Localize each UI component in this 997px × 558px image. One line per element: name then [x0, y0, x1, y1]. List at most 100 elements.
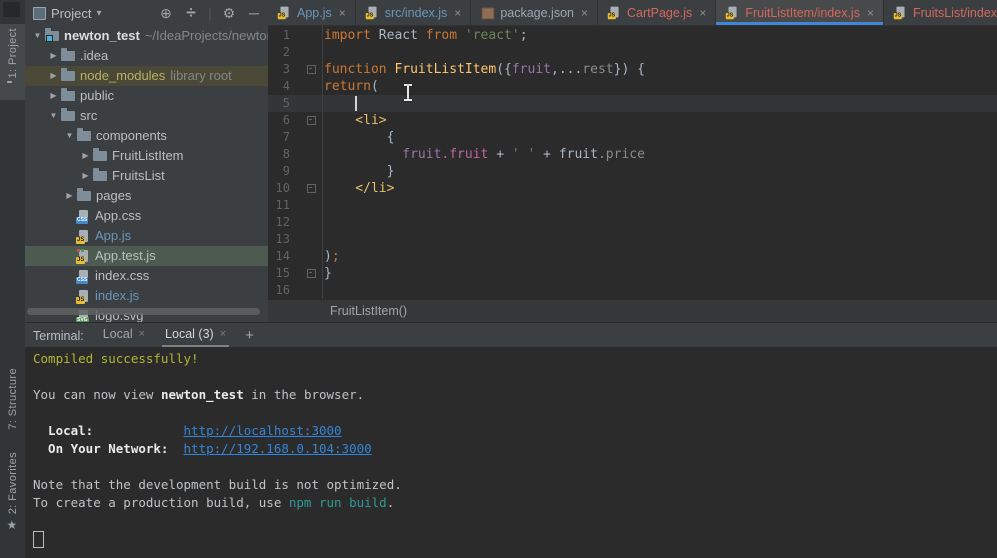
project-panel-title[interactable]: Project: [51, 6, 91, 21]
tree-expand-arrow[interactable]: ▶: [79, 166, 92, 186]
tree-item-node-modules[interactable]: ▶ node_modules library root: [25, 66, 268, 86]
tree-expand-arrow[interactable]: ▶: [63, 186, 76, 206]
terminal-tab-local-3-[interactable]: Local (3) ×: [162, 327, 230, 347]
editor-tab-src-index-js[interactable]: JS src/index.js ×: [356, 0, 472, 25]
tree-item-label: components: [96, 128, 167, 143]
tree-expand-arrow[interactable]: ▶: [47, 66, 60, 86]
code-line-3[interactable]: 3 function FruitListItem({fruit,...rest})…: [268, 61, 997, 78]
tree-item-pages[interactable]: ▶ pages: [25, 186, 268, 206]
terminal-tab-close-icon[interactable]: ×: [220, 328, 226, 340]
editor-tab-cartpage-js[interactable]: JS CartPage.js ×: [598, 0, 717, 25]
tree-item-app-js[interactable]: JS App.js: [25, 226, 268, 246]
hide-panel-icon[interactable]: ─: [244, 5, 264, 21]
tree-item-app-css[interactable]: CSS App.css: [25, 206, 268, 226]
tree-item-label: newton_test: [64, 28, 140, 43]
file-type-badge: JS: [893, 12, 903, 20]
code-line-9[interactable]: 9 }: [268, 163, 997, 180]
tree-expand-arrow[interactable]: ▶: [79, 146, 92, 166]
editor-tab-app-js[interactable]: JS App.js ×: [268, 0, 356, 25]
tree-item--idea[interactable]: ▶ .idea: [25, 46, 268, 66]
code-line-12[interactable]: 12: [268, 214, 997, 231]
code-editor[interactable]: 1 import React from 'react'; 2 3 function Fr…: [268, 25, 997, 300]
code-token: React: [370, 28, 426, 43]
code-line-11[interactable]: 11: [268, 197, 997, 214]
code-line-14[interactable]: 14);: [268, 248, 997, 265]
tree-item-fruitslist[interactable]: ▶ FruitsList: [25, 166, 268, 186]
code-line-2[interactable]: 2: [268, 44, 997, 61]
tree-item-components[interactable]: ▼ components: [25, 126, 268, 146]
tree-expand-arrow[interactable]: ▶: [47, 86, 60, 106]
code-line-10[interactable]: 10 </li>: [268, 180, 997, 197]
tree-item-newton-test[interactable]: ▼ newton_test ~/IdeaProjects/newton: [25, 26, 268, 46]
activity-bar-item--project[interactable]: 1: Project: [0, 24, 25, 101]
activity-bar-item--structure[interactable]: 7: Structure: [0, 368, 25, 447]
tab-close-icon[interactable]: ×: [867, 6, 874, 20]
code-line-7[interactable]: 7 {: [268, 129, 997, 146]
line-number: 15: [275, 266, 290, 280]
file-type-badge: JS: [365, 12, 374, 20]
code-line-16[interactable]: 16: [268, 282, 997, 299]
tab-close-icon[interactable]: ×: [699, 6, 706, 20]
editor-tab-package-json[interactable]: package.json ×: [471, 0, 598, 25]
tree-item-src[interactable]: ▼ src: [25, 106, 268, 126]
terminal-text: in the browser.: [243, 387, 365, 402]
tree-expand-arrow[interactable]: ▶: [47, 46, 60, 66]
terminal-link[interactable]: http://192.168.0.104:3000: [184, 441, 372, 456]
breadcrumb[interactable]: FruitListItem(): [268, 299, 997, 322]
file-type-badge: CSS: [76, 276, 89, 284]
code-token: function: [324, 62, 387, 77]
fold-marker-icon[interactable]: [307, 65, 316, 74]
new-terminal-tab-button[interactable]: +: [245, 327, 254, 347]
terminal-tab-close-icon[interactable]: ×: [139, 328, 145, 340]
editor-tab-fruitslist-index-js[interactable]: JSFruitsList/index.js×: [884, 0, 997, 25]
collapse-all-icon[interactable]: ÷: [181, 4, 201, 21]
code-line-8[interactable]: 8 fruit.fruit + ' ' + fruit.price: [268, 146, 997, 163]
tree-item-public[interactable]: ▶ public: [25, 86, 268, 106]
code-token: 'react': [457, 28, 520, 43]
project-folder-icon: [7, 83, 19, 95]
fold-column: [290, 112, 322, 129]
settings-gear-icon[interactable]: ⚙: [219, 5, 239, 22]
fold-marker-icon[interactable]: [307, 269, 316, 278]
line-number: 6: [282, 113, 290, 127]
tab-close-icon[interactable]: ×: [581, 6, 588, 20]
tree-item-index-js[interactable]: JS index.js: [25, 286, 268, 306]
code-token: ): [324, 249, 332, 264]
fold-marker-icon[interactable]: [307, 116, 316, 125]
code-token: + fruit: [535, 147, 598, 162]
code-line-4[interactable]: 4 return(: [268, 78, 997, 95]
code-line-15[interactable]: 15}: [268, 265, 997, 282]
terminal-line: You can now view newton_test in the brow…: [33, 386, 997, 404]
tree-expand-arrow[interactable]: ▼: [47, 106, 60, 126]
code-line-6[interactable]: 6 <li>: [268, 112, 997, 129]
code-line-1[interactable]: 1 import React from 'react';: [268, 27, 997, 44]
code-line-5[interactable]: 5: [268, 95, 997, 112]
css-file-icon: CSS: [76, 269, 91, 284]
code-token: .fruit: [441, 147, 489, 162]
terminal-link[interactable]: http://localhost:3000: [184, 423, 342, 438]
tree-expand-arrow[interactable]: ▼: [31, 26, 44, 46]
tree-item-index-css[interactable]: CSS index.css: [25, 266, 268, 286]
editor-tab-fruitlistitem-index-js[interactable]: JS FruitListItem/index.js ×: [716, 0, 884, 25]
code-line-13[interactable]: 13: [268, 231, 997, 248]
tree-expand-arrow[interactable]: ▼: [63, 126, 76, 146]
fold-column: [290, 61, 322, 78]
window-menu-icon[interactable]: [3, 2, 20, 17]
tree-item-fruitlistitem[interactable]: ▶ FruitListItem: [25, 146, 268, 166]
code-text: <li>: [322, 112, 386, 129]
tree-item-app-test-js[interactable]: JS App.test.js: [25, 246, 268, 266]
code-token: rest: [582, 62, 614, 77]
folder-icon: [61, 108, 75, 121]
locate-file-icon[interactable]: ⊕: [156, 5, 176, 22]
tree-item-label: src: [80, 108, 98, 123]
breadcrumb-context[interactable]: FruitListItem(): [330, 304, 407, 318]
fold-marker-icon[interactable]: [307, 184, 316, 193]
activity-bar-item--favorites[interactable]: 2: Favorites ★: [0, 452, 25, 531]
tree-horizontal-scrollbar[interactable]: [27, 308, 260, 315]
tab-close-icon[interactable]: ×: [339, 6, 346, 20]
tree-item-label: App.test.js: [95, 248, 156, 263]
chevron-down-icon[interactable]: ▾: [96, 8, 101, 19]
terminal-tab-local[interactable]: Local ×: [100, 327, 148, 347]
line-number: 2: [282, 45, 290, 59]
tab-close-icon[interactable]: ×: [454, 6, 461, 20]
